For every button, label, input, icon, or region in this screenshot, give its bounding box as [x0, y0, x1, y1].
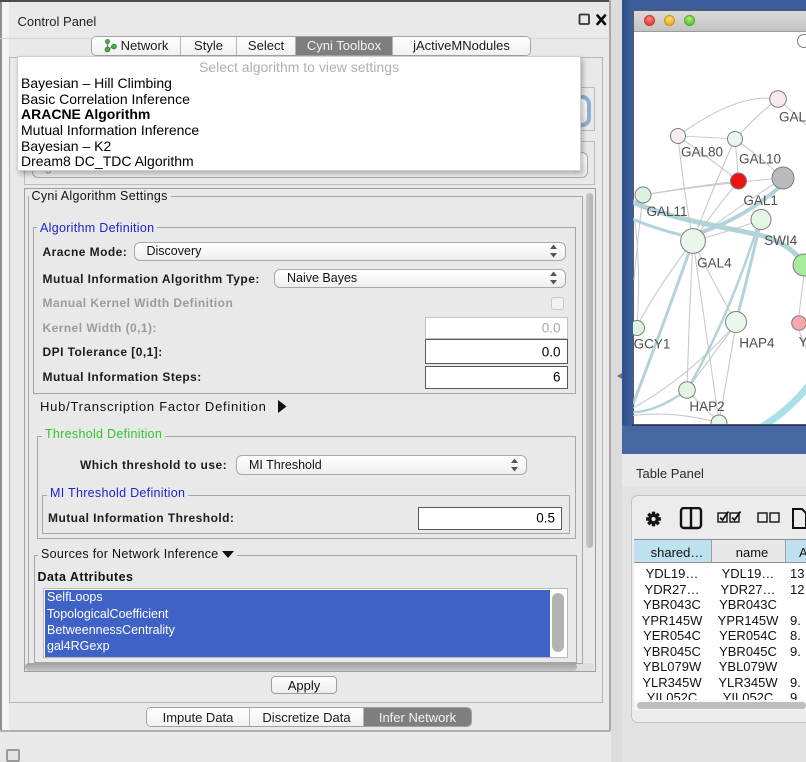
svg-text:HAP2: HAP2 [689, 399, 724, 414]
svg-text:SWI4: SWI4 [764, 233, 797, 248]
svg-text:GAL1: GAL1 [743, 193, 778, 208]
svg-text:GAL7: GAL7 [779, 109, 806, 124]
svg-text:GAL11: GAL11 [646, 204, 687, 219]
svg-text:GAL4: GAL4 [697, 255, 732, 270]
svg-text:Y: Y [799, 334, 806, 349]
svg-text:HAP4: HAP4 [739, 335, 775, 350]
svg-text:GCY1: GCY1 [634, 336, 671, 351]
svg-text:GAL80: GAL80 [681, 144, 723, 159]
svg-text:GAL10: GAL10 [739, 151, 781, 166]
